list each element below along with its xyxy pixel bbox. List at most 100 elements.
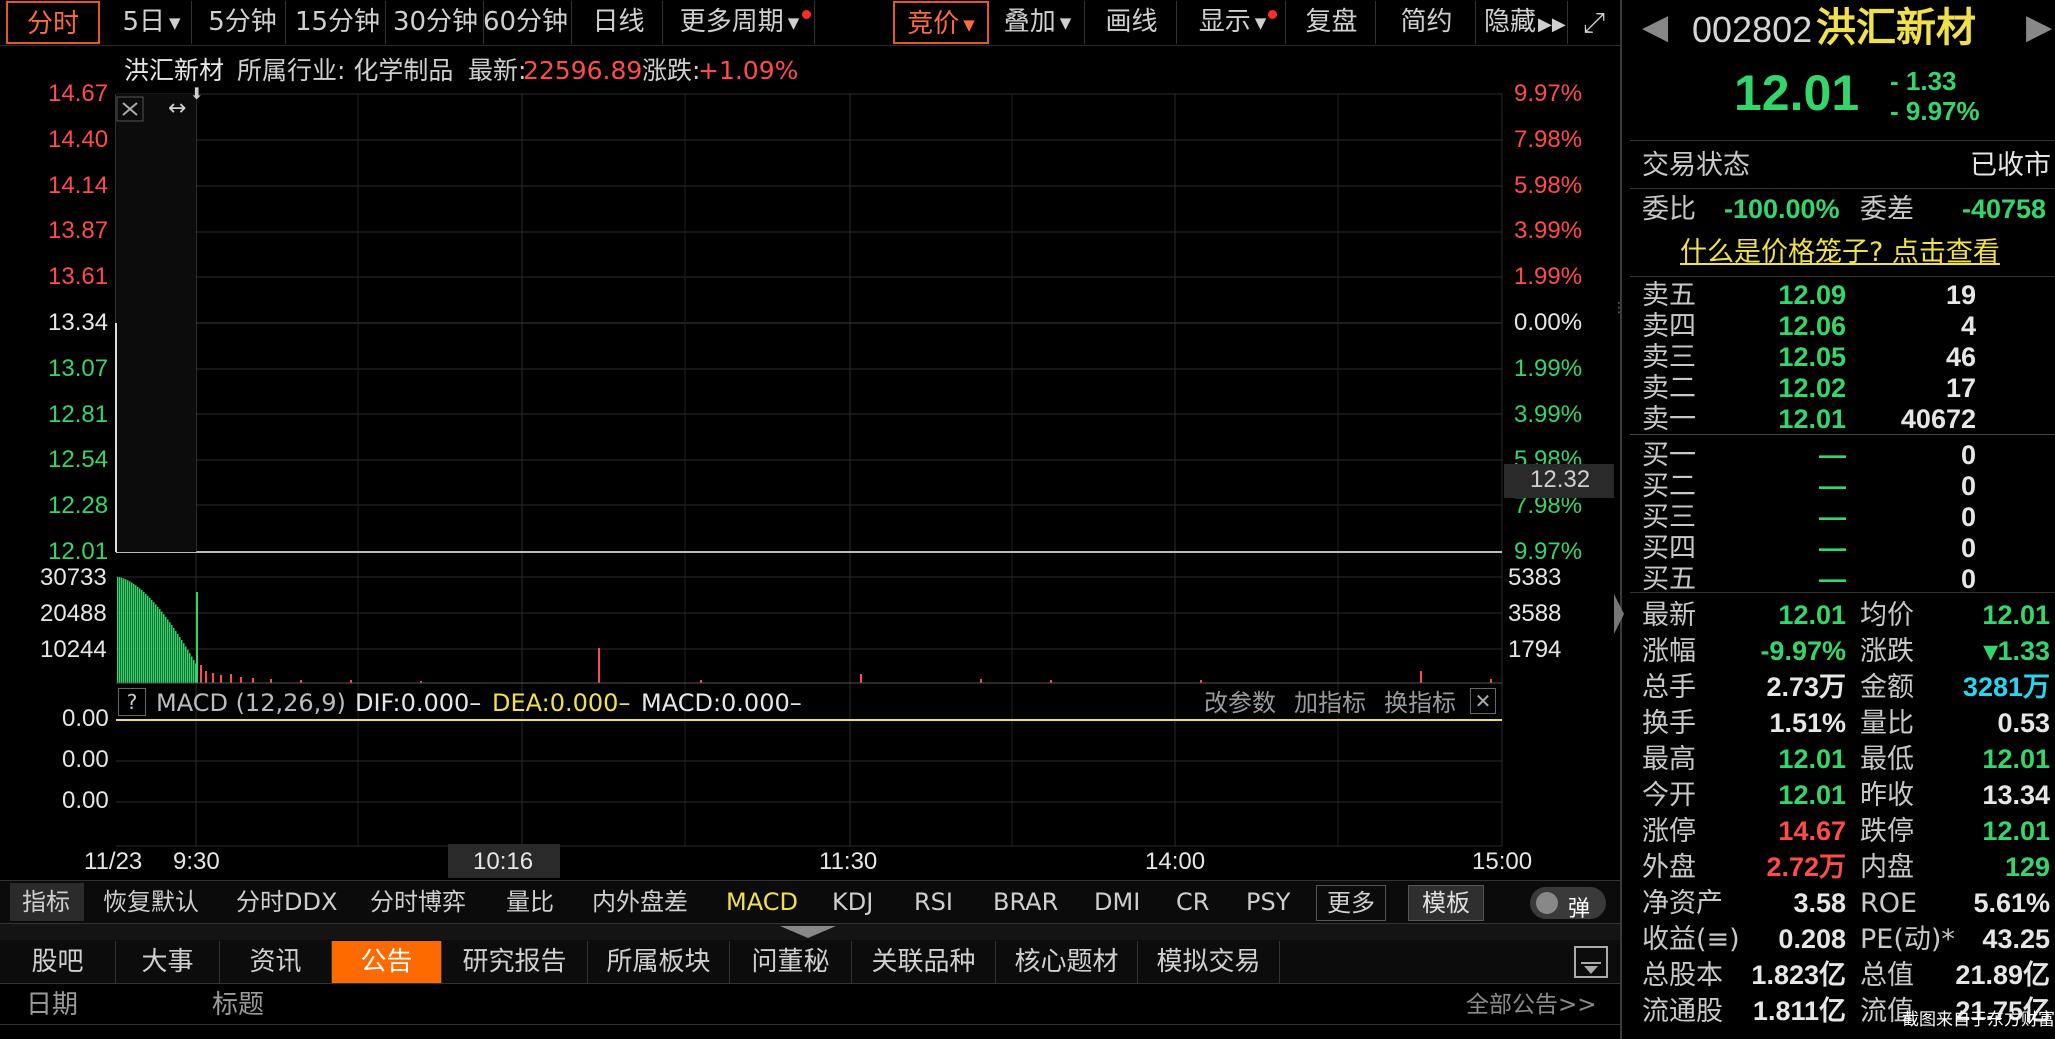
ask-level-label: 卖四	[1642, 311, 1696, 342]
help-button[interactable]: ?	[118, 688, 146, 716]
tab-research[interactable]: 研究报告	[442, 941, 588, 983]
indicator-kdj[interactable]: KDJ	[832, 884, 873, 920]
volume-bar	[191, 656, 193, 683]
ask-price[interactable]: 12.09	[1740, 282, 1846, 309]
tab-ask-secretary[interactable]: 问董秘	[730, 941, 852, 983]
pin-down-icon: ⬇	[190, 84, 204, 103]
stat-value: 13.34	[1982, 780, 2050, 810]
tab-sector[interactable]: 所属板块	[588, 941, 730, 983]
pct-axis-label: 3.99%	[1514, 400, 1583, 428]
indicator-volume-ratio[interactable]: 量比	[506, 884, 554, 920]
indicator-brar[interactable]: BRAR	[993, 884, 1058, 920]
volume-bar	[183, 643, 185, 683]
volume-bar	[205, 671, 207, 683]
ask-volume: 40672	[1900, 404, 1976, 434]
next-stock-icon[interactable]: ▶	[2026, 10, 2052, 44]
time-axis-1500: 15:00	[1472, 848, 1533, 875]
macd-value: MACD:0.000–	[641, 689, 802, 717]
volume-bar	[143, 591, 145, 683]
resize-arrow-icon[interactable]: ↔	[168, 98, 186, 120]
watermark: 截图来自于东方财富	[1902, 1010, 2055, 1030]
ask-price[interactable]: 12.01	[1740, 406, 1846, 433]
tab-related[interactable]: 关联品种	[852, 941, 996, 983]
panel-divider	[1620, 0, 1622, 1039]
all-announcements-link[interactable]: 全部公告>>	[1466, 994, 1597, 1017]
ask-price[interactable]: 12.02	[1740, 375, 1846, 402]
indicator-game[interactable]: 分时博弈	[370, 884, 466, 920]
stat-label: 总手	[1642, 672, 1696, 703]
stat-label: 今开	[1642, 780, 1696, 811]
indicator-cr[interactable]: CR	[1176, 884, 1209, 920]
stat-label: 最新	[1642, 600, 1696, 631]
price-axis-label: 13.07	[48, 354, 109, 382]
vol-axis-r2: 3588	[1508, 600, 1562, 627]
weibi-label: 委比	[1642, 194, 1696, 225]
more-indicators-button[interactable]: 更多	[1316, 885, 1386, 921]
weicha-label: 委差	[1860, 194, 1914, 225]
price-tag: 12.32	[1530, 466, 1591, 493]
collapse-handle-icon[interactable]	[780, 926, 836, 938]
trade-status-value: 已收市	[1970, 150, 2051, 181]
bid-price[interactable]: —	[1740, 566, 1846, 593]
download-icon[interactable]	[1574, 946, 1608, 978]
stat-value: 12.01	[1778, 600, 1846, 630]
volume-bar	[212, 673, 214, 683]
stat-value: 3281万	[1962, 672, 2050, 702]
toggle-knob	[1536, 892, 1558, 914]
bid-level-label: 买四	[1642, 533, 1696, 564]
tab-news[interactable]: 资讯	[220, 941, 332, 983]
price-axis-label: 12.81	[48, 400, 109, 428]
switch-indicator-button[interactable]: 换指标	[1384, 691, 1456, 715]
ask-price[interactable]: 12.05	[1740, 344, 1846, 371]
volume-bar	[220, 675, 222, 683]
volume-bar	[270, 679, 272, 683]
stat-label: 涨停	[1642, 816, 1696, 847]
vol-axis-r3: 1794	[1508, 636, 1562, 663]
bid-volume: 0	[1960, 471, 1976, 501]
drag-grip-icon[interactable]: ⋮	[1612, 300, 1626, 320]
add-indicator-button[interactable]: 加指标	[1294, 691, 1366, 715]
bid-price[interactable]: —	[1740, 535, 1846, 562]
indicator-psy[interactable]: PSY	[1246, 884, 1290, 920]
stat-value: 5.61%	[1973, 888, 2050, 918]
vol-axis-r1: 5383	[1508, 564, 1562, 591]
vol-axis-2: 20488	[40, 600, 107, 627]
volume-bar	[1420, 671, 1422, 683]
indicator-macd[interactable]: MACD	[726, 884, 798, 920]
tab-announcements[interactable]: 公告	[332, 941, 442, 983]
pct-axis-label: 1.99%	[1514, 263, 1583, 291]
price-axis-label: 13.87	[48, 217, 109, 245]
pct-axis-label: 3.99%	[1514, 217, 1583, 245]
tab-core-theme[interactable]: 核心题材	[996, 941, 1138, 983]
edit-params-button[interactable]: 改参数	[1204, 691, 1276, 715]
tab-events[interactable]: 大事	[116, 941, 220, 983]
tab-sim-trade[interactable]: 模拟交易	[1138, 941, 1280, 983]
price-cage-link[interactable]: 什么是价格笼子? 点击查看	[1680, 239, 2000, 266]
indicator-ddx[interactable]: 分时DDX	[236, 884, 337, 920]
indicator-restore-default[interactable]: 恢复默认	[103, 884, 199, 920]
template-button[interactable]: 模板	[1408, 885, 1484, 921]
bid-price[interactable]: —	[1740, 442, 1846, 469]
ask-level-label: 卖五	[1642, 280, 1696, 311]
ask-price[interactable]: 12.06	[1740, 313, 1846, 340]
indicator-rsi[interactable]: RSI	[914, 884, 953, 920]
popup-toggle[interactable]: 弹	[1530, 887, 1606, 922]
volume-bar	[125, 579, 127, 683]
bid-level-label: 买二	[1642, 471, 1696, 502]
prev-stock-icon[interactable]: ◀	[1642, 10, 1668, 44]
bid-price[interactable]: —	[1740, 473, 1846, 500]
indicator-inner-outer[interactable]: 内外盘差	[592, 884, 688, 920]
tab-guba[interactable]: 股吧	[0, 941, 116, 983]
indicator-dmi[interactable]: DMI	[1094, 884, 1140, 920]
stat-value: 3.58	[1793, 888, 1846, 918]
price-change-pct: - 9.97%	[1890, 96, 1980, 126]
volume-bar	[1490, 679, 1492, 683]
volume-bar	[121, 577, 123, 683]
macd-axis-3: 0.00	[62, 787, 109, 814]
bid-volume: 0	[1960, 440, 1976, 470]
bid-price[interactable]: —	[1740, 504, 1846, 531]
volume-bar	[187, 649, 189, 683]
stat-label: 换手	[1642, 708, 1696, 739]
close-icon[interactable]: ✕	[1470, 688, 1496, 714]
price-axis-label: 13.61	[48, 263, 109, 291]
